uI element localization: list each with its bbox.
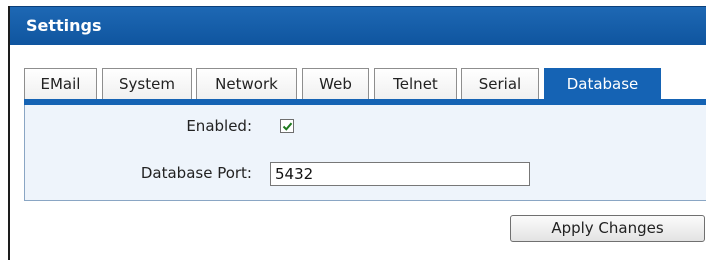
window-title: Settings <box>26 16 102 35</box>
tab-database[interactable]: Database <box>544 68 661 99</box>
enabled-label: Enabled: <box>186 117 252 135</box>
database-port-label: Database Port: <box>140 164 252 182</box>
title-bar: Settings <box>10 6 706 45</box>
apply-changes-button[interactable]: Apply Changes <box>510 215 705 242</box>
enabled-checkbox[interactable] <box>280 119 294 133</box>
tab-serial[interactable]: Serial <box>461 68 539 99</box>
tab-web[interactable]: Web <box>302 68 369 99</box>
tab-system[interactable]: System <box>102 68 192 99</box>
checkmark-icon <box>282 122 293 131</box>
database-settings-panel: Enabled: Database Port: <box>24 105 706 201</box>
tab-email[interactable]: EMail <box>24 68 97 99</box>
tab-network[interactable]: Network <box>196 68 297 99</box>
database-port-input[interactable] <box>270 162 530 186</box>
settings-window: Settings EMail System Network Web Telnet… <box>8 6 706 260</box>
tab-telnet[interactable]: Telnet <box>374 68 457 99</box>
